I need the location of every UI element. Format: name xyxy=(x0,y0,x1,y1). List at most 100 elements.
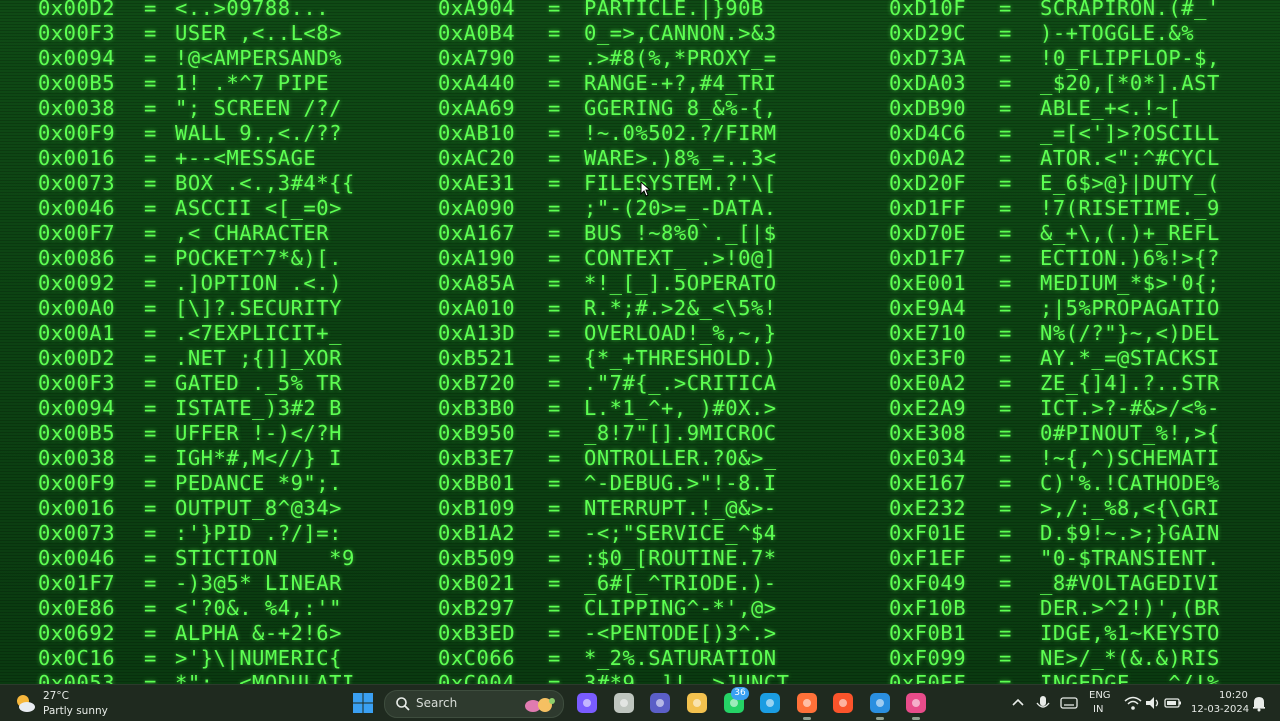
memory-address: 0xF01E xyxy=(889,521,967,545)
input-region[interactable]: IN xyxy=(1093,704,1103,715)
equals-sign: = xyxy=(999,196,1012,220)
snipping-tool-icon[interactable] xyxy=(904,691,928,715)
equals-sign: = xyxy=(548,71,561,95)
memory-contents: CONTEXT_ .>!0@] xyxy=(584,246,777,270)
equals-sign: = xyxy=(999,146,1012,170)
memory-contents: BUS !~8%0`._[|$ xyxy=(584,221,777,245)
memory-contents: L.*1_^+, )#0X.> xyxy=(584,396,777,420)
memory-contents: ZE_{]4].?..STR xyxy=(1040,371,1220,395)
brave-icon[interactable] xyxy=(831,691,855,715)
task-view-icon[interactable] xyxy=(612,691,636,715)
memory-address: 0xD4C6 xyxy=(889,121,967,145)
equals-sign: = xyxy=(999,621,1012,645)
memory-address: 0xDB90 xyxy=(889,96,967,120)
memory-address: 0xD1FF xyxy=(889,196,967,220)
memory-contents: PEDANCE *9";. xyxy=(175,471,342,495)
memory-address: 0xD20F xyxy=(889,171,967,195)
memory-contents: ;|5%PROPAGATIO xyxy=(1040,296,1220,320)
search-box[interactable]: Search xyxy=(384,690,564,718)
equals-sign: = xyxy=(144,496,157,520)
memory-address: 0xA090 xyxy=(438,196,516,220)
memory-contents: ECTION.)6%!>{? xyxy=(1040,246,1220,270)
memory-address: 0x00A0 xyxy=(38,296,116,320)
copilot-icon[interactable] xyxy=(575,691,599,715)
equals-sign: = xyxy=(144,471,157,495)
memory-contents: MEDIUM_*$>'0{; xyxy=(1040,271,1220,295)
memory-address: 0xD10F xyxy=(889,0,967,20)
search-label: Search xyxy=(416,696,458,710)
equals-sign: = xyxy=(999,446,1012,470)
memory-address: 0xD1F7 xyxy=(889,246,967,270)
memory-address: 0xA904 xyxy=(438,0,516,20)
keyboard-icon[interactable] xyxy=(1059,693,1079,713)
memory-contents: ALPHA &-+2!6> xyxy=(175,621,342,645)
clock-date[interactable]: 12-03-2024 xyxy=(1191,704,1249,715)
edge-icon[interactable] xyxy=(758,691,782,715)
memory-address: 0xF0B1 xyxy=(889,621,967,645)
windows-start-icon[interactable] xyxy=(351,691,375,715)
equals-sign: = xyxy=(144,371,157,395)
equals-sign: = xyxy=(548,371,561,395)
equals-sign: = xyxy=(144,246,157,270)
equals-sign: = xyxy=(999,221,1012,245)
equals-sign: = xyxy=(999,571,1012,595)
equals-sign: = xyxy=(548,171,561,195)
memory-address: 0x0094 xyxy=(38,46,116,70)
equals-sign: = xyxy=(144,296,157,320)
equals-sign: = xyxy=(144,396,157,420)
memory-address: 0xE034 xyxy=(889,446,967,470)
equals-sign: = xyxy=(999,371,1012,395)
chevron-up-icon[interactable] xyxy=(1008,693,1028,713)
memory-address: 0xAC20 xyxy=(438,146,516,170)
memory-contents: ;"-(20>=_-DATA. xyxy=(584,196,777,220)
memory-contents: :'}PID .?/]=: xyxy=(175,521,342,545)
firefox-icon[interactable] xyxy=(795,691,819,715)
equals-sign: = xyxy=(548,21,561,45)
memory-address: 0xB950 xyxy=(438,421,516,445)
equals-sign: = xyxy=(548,621,561,645)
memory-address: 0xF1EF xyxy=(889,546,967,570)
volume-icon[interactable] xyxy=(1143,693,1163,713)
memory-contents: BOX .<.,3#4*{{ xyxy=(175,171,355,195)
memory-contents: >'}\|NUMERIC{ xyxy=(175,646,342,670)
notification-bell-icon[interactable] xyxy=(1251,694,1267,712)
equals-sign: = xyxy=(999,346,1012,370)
equals-sign: = xyxy=(548,196,561,220)
memory-contents: ^-DEBUG.>"!-8.I xyxy=(584,471,777,495)
teams-icon[interactable] xyxy=(648,691,672,715)
memory-contents: STICTION *9 xyxy=(175,546,355,570)
memory-contents: ,< CHARACTER xyxy=(175,221,330,245)
memory-address: 0x00D2 xyxy=(38,346,116,370)
memory-address: 0xD29C xyxy=(889,21,967,45)
memory-address: 0xE710 xyxy=(889,321,967,345)
equals-sign: = xyxy=(144,0,157,20)
equals-sign: = xyxy=(144,671,157,684)
equals-sign: = xyxy=(999,296,1012,320)
equals-sign: = xyxy=(548,221,561,245)
memory-address: 0x00A1 xyxy=(38,321,116,345)
memory-address: 0xB109 xyxy=(438,496,516,520)
memory-address: 0x01F7 xyxy=(38,571,116,595)
wifi-icon[interactable] xyxy=(1123,693,1143,713)
memory-address: 0xE2A9 xyxy=(889,396,967,420)
vscode-icon[interactable] xyxy=(868,691,892,715)
memory-address: 0xE167 xyxy=(889,471,967,495)
equals-sign: = xyxy=(999,521,1012,545)
battery-icon[interactable] xyxy=(1163,693,1183,713)
memory-contents: _8!7"[].9MICROC xyxy=(584,421,777,445)
input-language[interactable]: ENG xyxy=(1089,690,1111,701)
memory-contents: NTERRUPT.!_@&>- xyxy=(584,496,777,520)
memory-address: 0xAB10 xyxy=(438,121,516,145)
clock-time[interactable]: 10:20 xyxy=(1219,690,1248,701)
memory-contents: [\]?.SECURITY xyxy=(175,296,342,320)
equals-sign: = xyxy=(144,46,157,70)
equals-sign: = xyxy=(548,146,561,170)
memory-address: 0xC004 xyxy=(438,671,516,684)
file-explorer-icon[interactable] xyxy=(685,691,709,715)
memory-contents: *_2%.SATURATION xyxy=(584,646,777,670)
microphone-icon[interactable] xyxy=(1033,693,1053,713)
memory-address: 0xA190 xyxy=(438,246,516,270)
memory-contents: OVERLOAD!_%,~,} xyxy=(584,321,777,345)
equals-sign: = xyxy=(548,496,561,520)
memory-address: 0xB297 xyxy=(438,596,516,620)
